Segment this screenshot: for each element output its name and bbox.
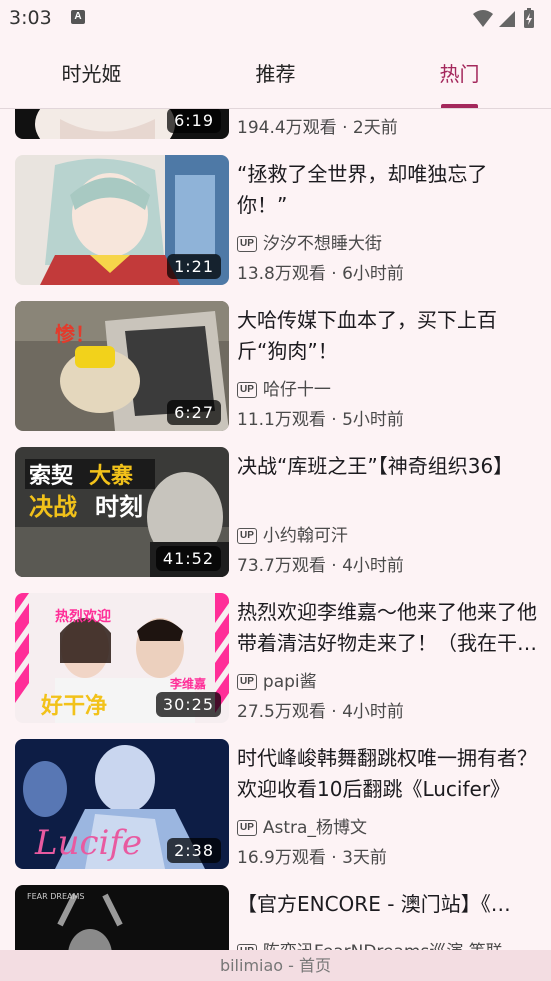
- video-item[interactable]: 热烈欢迎 好干净 李维嘉 30:25 热烈欢迎李维嘉～他来了他来了他带着清洁好物…: [0, 593, 551, 723]
- video-item[interactable]: FEAR DREAMS 【官方ENCORE - 澳门站】《… UP陈奕迅Fear…: [0, 885, 551, 950]
- video-duration: 30:25: [155, 692, 221, 717]
- tab-recommend[interactable]: 推荐: [184, 40, 367, 108]
- video-meta: 11.1万观看 · 5小时前: [237, 410, 404, 430]
- bottom-page-label: bilimiao - 首页: [0, 950, 551, 981]
- video-item[interactable]: 6:19 194.4万观看 · 2天前: [0, 109, 551, 139]
- video-title: “拯救了全世界，却唯独忘了你！”: [237, 162, 488, 217]
- up-icon: UP: [237, 674, 257, 690]
- video-thumbnail: 索契 大寨 决战 时刻 41:52: [15, 447, 229, 577]
- svg-text:好干净: 好干净: [40, 693, 107, 719]
- svg-text:Lucife: Lucife: [34, 823, 142, 863]
- svg-text:李维嘉: 李维嘉: [169, 676, 206, 691]
- video-thumbnail: 6:19: [15, 109, 229, 139]
- svg-text:FEAR DREAMS: FEAR DREAMS: [27, 892, 84, 901]
- video-author: UP 哈仔十一: [237, 375, 331, 400]
- video-duration: 6:19: [167, 109, 221, 133]
- video-meta: 194.4万观看 · 2天前: [237, 118, 398, 138]
- notification-icon: A: [71, 10, 85, 24]
- up-icon: UP: [237, 528, 257, 544]
- wifi-icon: [473, 10, 493, 27]
- top-tabs: 时光姬 推荐 热门: [0, 40, 551, 109]
- video-title: 决战“库班之王”【神奇组织36】: [237, 454, 514, 478]
- video-duration: 1:21: [167, 254, 221, 279]
- svg-text:决战: 决战: [29, 493, 77, 521]
- video-title: 大哈传媒下血本了，买下上百斤“狗肉”！: [237, 308, 497, 363]
- video-meta: 27.5万观看 · 4小时前: [237, 702, 404, 722]
- signal-icon: [499, 11, 515, 27]
- video-duration: 41:52: [155, 546, 221, 571]
- video-item[interactable]: Lucife 2:38 时代峰峻韩舞翻跳权唯一拥有者？欢迎收看10后翻跳《Luc…: [0, 739, 551, 869]
- video-meta: 13.8万观看 · 6小时前: [237, 264, 404, 284]
- status-bar: 3:03 A: [0, 0, 551, 36]
- video-author: UP papi酱: [237, 667, 317, 692]
- video-author: UP Astra_杨博文: [237, 813, 367, 838]
- video-title: 热烈欢迎李维嘉～他来了他来了他带着清洁好物走来了！（我在干啥）: [237, 600, 537, 655]
- status-icons: [471, 8, 541, 34]
- svg-text:惨！: 惨！: [55, 322, 95, 346]
- svg-text:索契: 索契: [29, 464, 74, 489]
- svg-text:热烈欢迎: 热烈欢迎: [55, 608, 111, 625]
- tab-indicator: [441, 104, 478, 108]
- video-meta: 16.9万观看 · 3天前: [237, 848, 387, 868]
- video-thumbnail: FEAR DREAMS: [15, 885, 229, 950]
- video-list[interactable]: 6:19 194.4万观看 · 2天前 1:21 “拯救了全世界，却唯独忘了你！…: [0, 109, 551, 950]
- tab-timeline[interactable]: 时光姬: [0, 40, 183, 108]
- video-duration: 2:38: [167, 838, 221, 863]
- tab-hot[interactable]: 热门: [368, 40, 551, 108]
- video-thumbnail: 热烈欢迎 好干净 李维嘉 30:25: [15, 593, 229, 723]
- video-item[interactable]: 1:21 “拯救了全世界，却唯独忘了你！” UP 汐汐不想睡大街 13.8万观看 …: [0, 155, 551, 285]
- up-icon: UP: [237, 236, 257, 252]
- video-item[interactable]: 索契 大寨 决战 时刻 41:52 决战“库班之王”【神奇组织36】 UP 小约翰…: [0, 447, 551, 577]
- video-author: UP 小约翰可汗: [237, 521, 348, 546]
- up-icon: UP: [237, 382, 257, 398]
- video-item[interactable]: 惨！ 6:27 大哈传媒下血本了，买下上百斤“狗肉”！ UP 哈仔十一 11.1万…: [0, 301, 551, 431]
- video-author: UP陈奕迅FearNDreams巡演 等联: [237, 937, 503, 950]
- battery-icon: [524, 8, 534, 28]
- video-thumbnail: 惨！ 6:27: [15, 301, 229, 431]
- video-title: 时代峰峻韩舞翻跳权唯一拥有者？欢迎收看10后翻跳《Lucifer》: [237, 746, 537, 801]
- status-time: 3:03: [9, 7, 52, 29]
- video-meta: 73.7万观看 · 4小时前: [237, 556, 404, 576]
- video-duration: 6:27: [167, 400, 221, 425]
- video-thumbnail: 1:21: [15, 155, 229, 285]
- up-icon: UP: [237, 820, 257, 836]
- video-title: 【官方ENCORE - 澳门站】《…: [237, 892, 511, 916]
- svg-text:时刻: 时刻: [95, 493, 143, 521]
- video-thumbnail: Lucife 2:38: [15, 739, 229, 869]
- svg-text:大寨: 大寨: [89, 463, 133, 489]
- video-author: UP 汐汐不想睡大街: [237, 229, 382, 254]
